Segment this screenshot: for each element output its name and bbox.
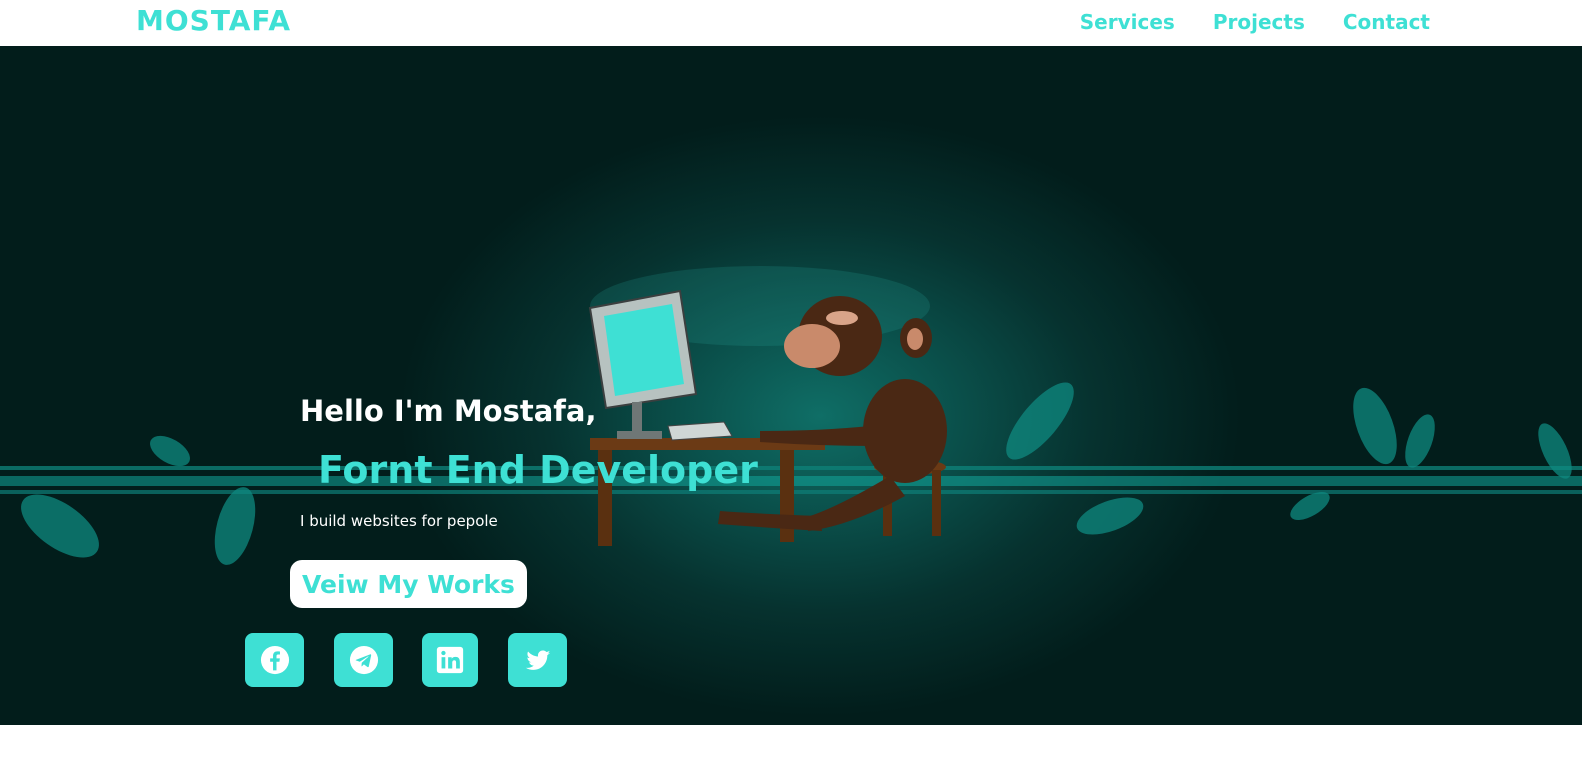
- twitter-icon: [525, 650, 550, 670]
- site-logo[interactable]: MOSTAFA: [136, 4, 291, 37]
- nav-link-services[interactable]: Services: [1080, 10, 1175, 34]
- linkedin-icon: [436, 646, 464, 674]
- facebook-button[interactable]: [245, 633, 304, 687]
- nav-links: Services Projects Contact: [1080, 10, 1430, 34]
- hero-role-title: Fornt End Developer: [318, 448, 758, 492]
- linkedin-button[interactable]: [422, 633, 478, 687]
- telegram-icon: [349, 645, 378, 675]
- hero-section: Hello I'm Mostafa, Fornt End Developer I…: [0, 46, 1582, 725]
- facebook-icon: [260, 645, 289, 675]
- telegram-button[interactable]: [334, 633, 393, 687]
- nav-link-contact[interactable]: Contact: [1343, 10, 1430, 34]
- twitter-button[interactable]: [508, 633, 567, 687]
- view-works-button[interactable]: Veiw My Works: [290, 560, 527, 608]
- top-navbar: MOSTAFA Services Projects Contact: [0, 0, 1582, 46]
- hero-tagline: I build websites for pepole: [300, 512, 498, 530]
- hero-greeting: Hello I'm Mostafa,: [300, 394, 597, 428]
- hero-illustration: [0, 266, 1582, 565]
- nav-link-projects[interactable]: Projects: [1213, 10, 1305, 34]
